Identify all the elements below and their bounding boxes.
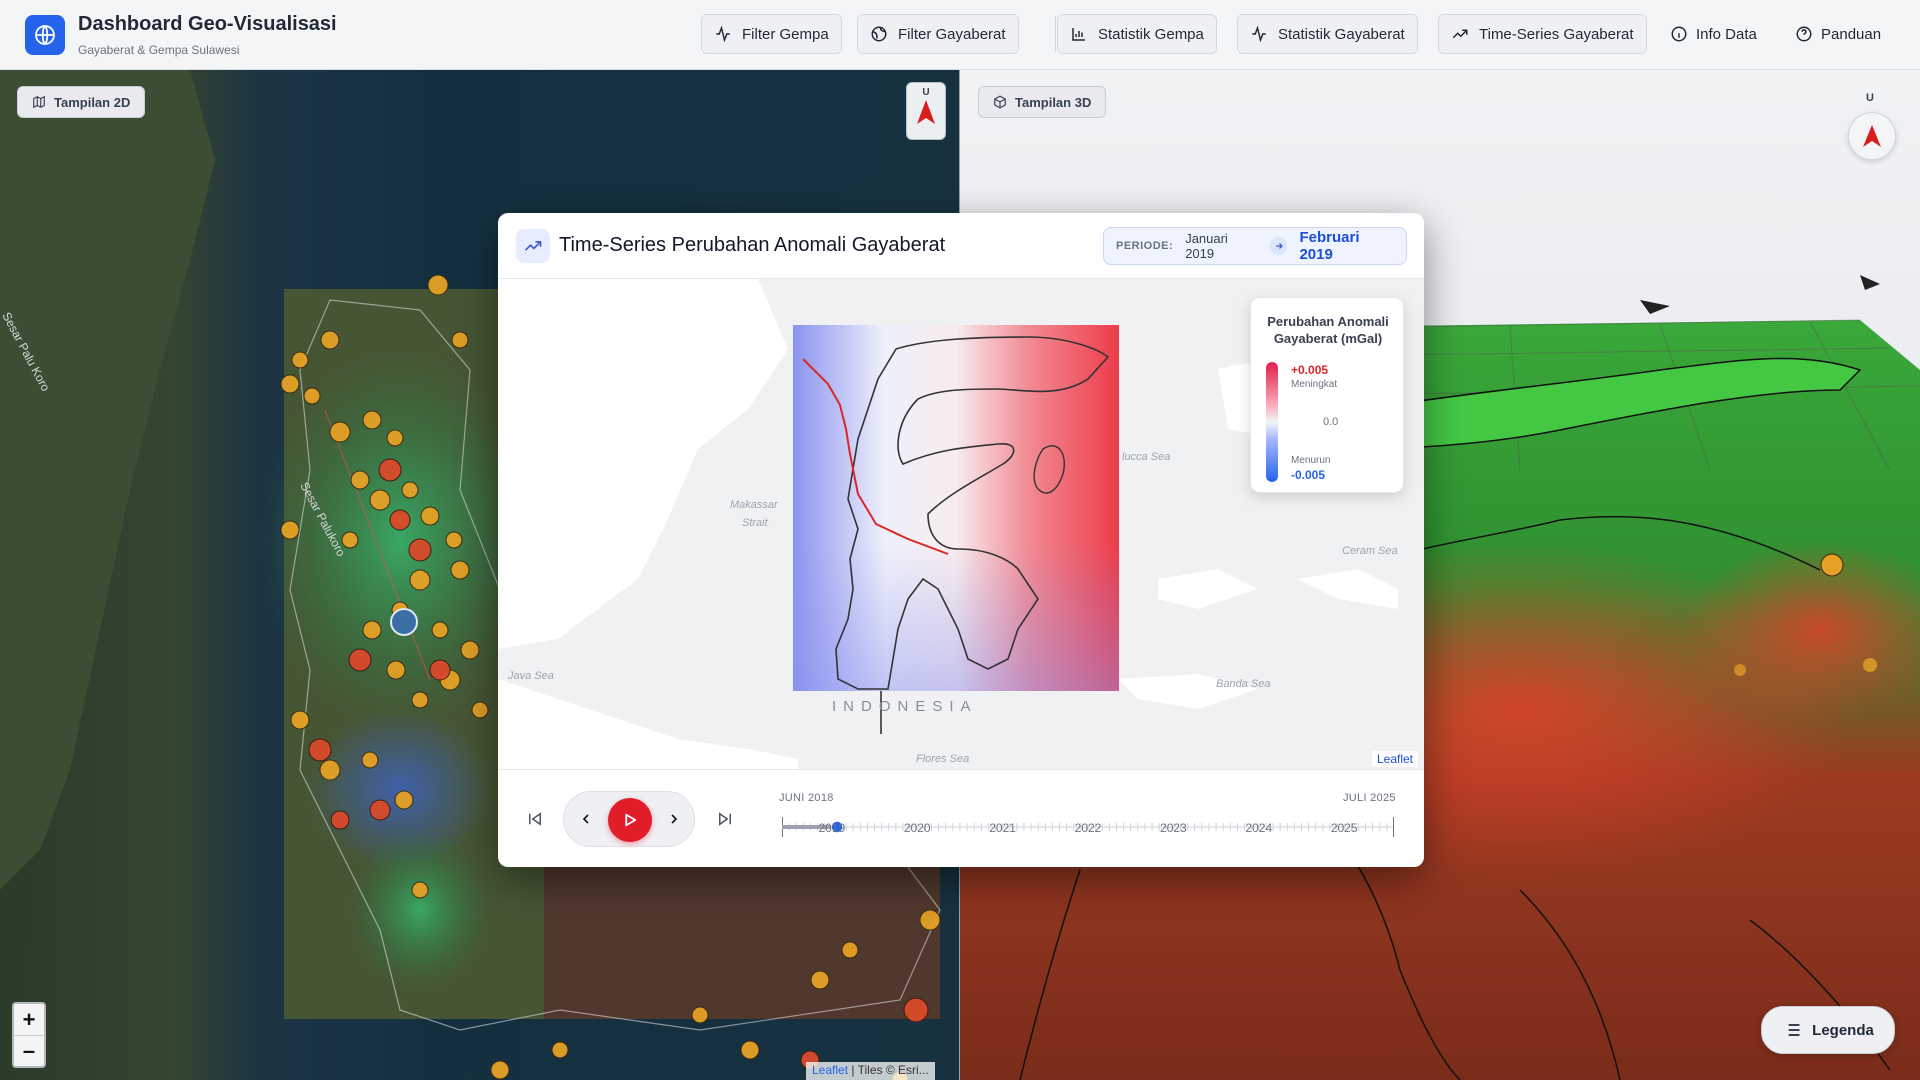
periode-label: PERIODE: <box>1116 240 1174 252</box>
compass-north-label: U <box>922 87 930 98</box>
tampilan-2d-tag[interactable]: Tampilan 2D <box>17 86 146 118</box>
timeline-start-label: JUNI 2018 <box>779 792 834 804</box>
filter-gempa-button[interactable]: Filter Gempa <box>701 14 842 54</box>
globe-icon <box>35 25 55 45</box>
compass-2d[interactable]: U <box>906 82 946 140</box>
panduan-button[interactable]: Panduan <box>1795 14 1881 54</box>
tiles-credit: | Tiles © Esri... <box>848 1063 929 1077</box>
legenda-label: Legenda <box>1812 1021 1874 1039</box>
panduan-label: Panduan <box>1821 25 1882 43</box>
timeline-end-label: JULI 2025 <box>1343 792 1396 804</box>
legend-max-label: Meningkat <box>1291 379 1338 390</box>
flores-sea-label: Flores Sea <box>916 753 970 765</box>
timeline-year-label: 2019 <box>818 821 846 835</box>
arrow-right-icon <box>1270 237 1288 255</box>
timeseries-map[interactable]: Makassar Strait Java Sea Flores Sea Band… <box>498 279 1424 769</box>
legend-min-label: Menurun <box>1291 455 1331 466</box>
leaflet-attribution[interactable]: Leaflet <box>1371 751 1418 767</box>
statistik-gayaberat-label: Statistik Gayaberat <box>1278 25 1405 43</box>
java-sea-label: Java Sea <box>508 670 554 682</box>
zoom-control: + – <box>12 1002 46 1068</box>
zoom-out-button[interactable]: – <box>14 1035 44 1066</box>
north-arrow-icon <box>917 100 935 124</box>
app-title: Dashboard Geo-Visualisasi <box>78 13 337 35</box>
periode-from: Januari 2019 <box>1185 231 1228 261</box>
info-icon <box>1671 26 1687 42</box>
leaflet-link[interactable]: Leaflet <box>812 1063 848 1077</box>
list-icon <box>1784 1024 1800 1036</box>
tampilan-3d-tag[interactable]: Tampilan 3D <box>978 86 1107 118</box>
trending-up-icon <box>1452 29 1468 39</box>
timeseries-modal: Time-Series Perubahan Anomali Gayaberat … <box>498 213 1424 867</box>
skip-forward-icon <box>719 812 731 826</box>
timeline-year-label: 2022 <box>1074 821 1102 835</box>
strait-label: Strait <box>742 517 768 529</box>
banda-sea-label: Banda Sea <box>1216 678 1271 690</box>
activity-icon <box>716 25 730 43</box>
statistik-gempa-label: Statistik Gempa <box>1098 25 1204 43</box>
app-logo <box>25 15 65 55</box>
periode-to: Februari 2019 <box>1299 229 1360 263</box>
gravity-legend: Perubahan Anomali Gayaberat (mGal) +0.00… <box>1250 297 1404 493</box>
timeseries-gayaberat-label: Time-Series Gayaberat <box>1479 25 1634 43</box>
skip-forward-button[interactable] <box>710 804 740 834</box>
bar-chart-icon <box>1072 28 1085 41</box>
legend-max: +0.005 <box>1291 363 1329 377</box>
globe-icon <box>871 26 887 42</box>
north-arrow-icon <box>1863 125 1881 147</box>
legenda-button[interactable]: Legenda <box>1761 1006 1895 1054</box>
info-data-label: Info Data <box>1696 25 1757 43</box>
tampilan-3d-label: Tampilan 3D <box>1015 94 1092 110</box>
modal-icon <box>516 229 550 263</box>
timeline-controls: JUNI 2018 JULI 2025 2019 2020 2021 2022 2023… <box>498 769 1424 867</box>
modal-header: Time-Series Perubahan Anomali Gayaberat … <box>498 213 1424 279</box>
statistik-gempa-button[interactable]: Statistik Gempa <box>1057 14 1217 54</box>
header-separator <box>1055 16 1056 52</box>
legend-mid: 0.0 <box>1323 416 1339 428</box>
filter-gayaberat-button[interactable]: Filter Gayaberat <box>857 14 1019 54</box>
play-button[interactable] <box>608 798 652 842</box>
indonesia-label: INDONESIA <box>832 698 978 715</box>
compass-3d-north-label: U <box>1866 92 1874 104</box>
legend-min: -0.005 <box>1291 468 1326 482</box>
app-header: Dashboard Geo-Visualisasi Gayaberat & Ge… <box>0 0 1920 70</box>
cube-icon <box>994 95 1006 109</box>
chevron-right-icon <box>671 814 678 824</box>
timeseries-gayaberat-button[interactable]: Time-Series Gayaberat <box>1438 14 1647 54</box>
statistik-gayaberat-button[interactable]: Statistik Gayaberat <box>1237 14 1418 54</box>
molucca-sea-label: lucca Sea <box>1122 451 1171 463</box>
filter-gayaberat-label: Filter Gayaberat <box>898 25 1006 43</box>
map-attribution: Leaflet | Tiles © Esri... <box>806 1062 935 1080</box>
modal-title: Time-Series Perubahan Anomali Gayaberat <box>559 234 946 256</box>
filter-gempa-label: Filter Gempa <box>742 25 829 43</box>
ceram-sea-label: Ceram Sea <box>1342 545 1398 557</box>
info-data-button[interactable]: Info Data <box>1670 14 1757 54</box>
help-circle-icon <box>1796 26 1812 42</box>
timeline-year-label: 2021 <box>989 821 1016 835</box>
prev-button[interactable] <box>572 805 600 833</box>
timeline-year-label: 2023 <box>1160 821 1187 835</box>
play-icon <box>625 813 637 827</box>
zoom-in-button[interactable]: + <box>14 1004 44 1035</box>
timeline-year-label: 2024 <box>1245 821 1273 835</box>
skip-back-icon <box>529 812 541 826</box>
legend-colorbar <box>1266 362 1278 482</box>
app-subtitle: Gayaberat & Gempa Sulawesi <box>78 43 240 57</box>
legend-title: Perubahan Anomali Gayaberat (mGal) <box>1267 314 1389 346</box>
chevron-left-icon <box>582 814 589 824</box>
timeline-year-label: 2020 <box>903 821 931 835</box>
timeline-year-label: 2025 <box>1330 821 1358 835</box>
tampilan-2d-label: Tampilan 2D <box>54 94 131 110</box>
next-button[interactable] <box>660 805 688 833</box>
makassar-label: Makassar <box>730 499 778 511</box>
trending-up-icon <box>524 241 542 251</box>
compass-3d[interactable] <box>1848 112 1896 160</box>
skip-back-button[interactable] <box>520 804 550 834</box>
map-icon <box>33 95 45 109</box>
activity-icon <box>1252 25 1266 43</box>
periode-badge: PERIODE: Januari 2019 Februari 2019 <box>1103 227 1407 265</box>
playback-group <box>563 791 695 847</box>
